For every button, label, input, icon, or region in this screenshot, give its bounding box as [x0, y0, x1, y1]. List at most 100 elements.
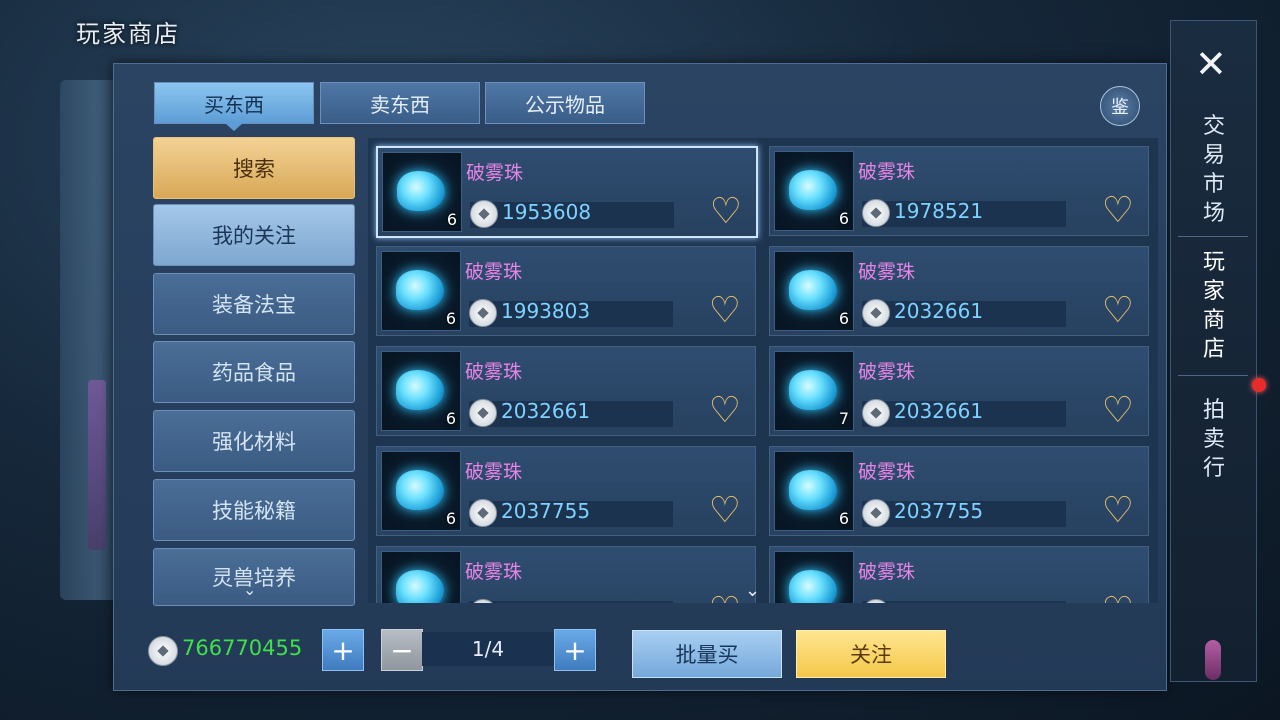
grid-scroll-chevron-icon[interactable]: ⌄ [745, 580, 760, 601]
menu-player-shop[interactable]: 玩家商店 [1200, 248, 1228, 364]
silver-coin-icon [862, 299, 890, 327]
listing-card[interactable]: 7 破雾珠 2032661 ♡ [769, 346, 1149, 436]
sidebar-item-medicine-food[interactable]: 药品食品 [153, 341, 355, 403]
search-button[interactable]: 搜索 [153, 137, 355, 199]
item-name: 破雾珠 [465, 261, 523, 283]
item-name: 破雾珠 [465, 561, 523, 583]
batch-buy-button[interactable]: 批量买 [632, 630, 782, 678]
pearl-gem-icon [396, 370, 444, 410]
search-label: 搜索 [233, 157, 275, 181]
item-price: 2037755 [894, 499, 984, 523]
heart-icon[interactable]: ♡ [709, 593, 741, 604]
page-title: 玩家商店 [76, 20, 180, 48]
item-icon-frame: 6 [381, 251, 461, 331]
item-price: 2037755 [501, 499, 591, 523]
item-quantity: 6 [445, 309, 456, 328]
listing-card[interactable]: 6 破雾珠 2032661 ♡ [376, 346, 756, 436]
tab-sell-label: 卖东西 [370, 92, 430, 117]
sidebar-item-my-follows[interactable]: 我的关注 [153, 204, 355, 266]
pearl-gem-icon [396, 470, 444, 510]
silver-coin-icon [862, 399, 890, 427]
listing-card[interactable]: 6 破雾珠 1978521 ♡ [769, 146, 1149, 236]
silver-coin-icon [469, 299, 497, 327]
heart-icon[interactable]: ♡ [1102, 393, 1134, 429]
silver-coin-icon [862, 199, 890, 227]
silver-coin-icon [469, 499, 497, 527]
currency-balance: 766770455 [182, 636, 303, 660]
silver-coin-icon [148, 636, 178, 666]
tab-buy[interactable]: 买东西 [154, 82, 314, 131]
prev-page-button[interactable]: − [381, 629, 423, 671]
listing-card[interactable]: 6 破雾珠 1953608 ♡ [376, 146, 758, 238]
item-name: 破雾珠 [858, 461, 916, 483]
item-icon-frame: 7 [774, 351, 854, 431]
sidebar-item-enhance-materials[interactable]: 强化材料 [153, 410, 355, 472]
sidebar-item-label: 我的关注 [212, 224, 296, 248]
heart-icon[interactable]: ♡ [1102, 493, 1134, 529]
menu-trade-market[interactable]: 交易市场 [1200, 112, 1228, 228]
sidebar-item-skill-books[interactable]: 技能秘籍 [153, 479, 355, 541]
listing-card[interactable]: 破雾珠 ♡ [769, 546, 1149, 603]
item-quantity: 6 [445, 409, 456, 428]
close-icon[interactable]: ✕ [1195, 42, 1227, 86]
pearl-gem-icon [397, 171, 445, 211]
pearl-gem-icon [789, 270, 837, 310]
ribbon-decoration [88, 380, 106, 550]
tab-sell[interactable]: 卖东西 [320, 82, 480, 124]
sidebar-scroll-chevron-icon[interactable]: ⌄ [243, 580, 256, 599]
item-icon-frame: 6 [774, 451, 854, 531]
item-name: 破雾珠 [465, 361, 523, 383]
item-quantity: 6 [838, 509, 849, 528]
listing-card[interactable]: 6 破雾珠 2037755 ♡ [769, 446, 1149, 536]
sidebar-item-label: 药品食品 [212, 361, 296, 385]
pearl-gem-icon [789, 470, 837, 510]
sidebar-item-label: 装备法宝 [212, 293, 296, 317]
heart-icon[interactable]: ♡ [710, 194, 742, 230]
item-price: 2032661 [894, 399, 984, 423]
silver-coin-icon [469, 399, 497, 427]
item-icon-frame: 6 [381, 451, 461, 531]
pearl-gem-icon [396, 570, 444, 603]
item-icon-frame [381, 551, 461, 603]
batch-buy-label: 批量买 [675, 643, 739, 667]
add-currency-button[interactable]: + [322, 629, 364, 671]
next-page-button[interactable]: + [554, 629, 596, 671]
appraise-button[interactable]: 鉴 [1100, 86, 1140, 126]
price-bar [862, 601, 1066, 603]
follow-label: 关注 [850, 643, 892, 667]
item-price: 1993803 [501, 299, 591, 323]
item-name: 破雾珠 [858, 561, 916, 583]
item-quantity: 6 [445, 509, 456, 528]
tab-public-label: 公示物品 [525, 92, 605, 117]
item-quantity: 6 [838, 209, 849, 228]
item-name: 破雾珠 [858, 161, 916, 183]
heart-icon[interactable]: ♡ [1102, 593, 1134, 604]
item-price: 1953608 [502, 200, 592, 224]
listing-card[interactable]: 6 破雾珠 2032661 ♡ [769, 246, 1149, 336]
item-icon-frame [774, 551, 854, 603]
item-name: 破雾珠 [858, 261, 916, 283]
pearl-gem-icon [789, 170, 837, 210]
tab-public-items[interactable]: 公示物品 [485, 82, 645, 124]
listing-card[interactable]: 破雾珠 ♡ [376, 546, 756, 603]
appraise-label: 鉴 [1111, 97, 1129, 118]
follow-button[interactable]: 关注 [796, 630, 946, 678]
heart-icon[interactable]: ♡ [709, 393, 741, 429]
page-indicator: 1/4 [422, 632, 554, 666]
menu-auction-house[interactable]: 拍卖行 [1200, 396, 1228, 483]
listing-card[interactable]: 6 破雾珠 1993803 ♡ [376, 246, 756, 336]
heart-icon[interactable]: ♡ [709, 293, 741, 329]
menu-divider [1178, 236, 1248, 237]
sidebar-item-equipment[interactable]: 装备法宝 [153, 273, 355, 335]
silver-coin-icon [470, 200, 498, 228]
heart-icon[interactable]: ♡ [709, 493, 741, 529]
item-icon-frame: 6 [774, 151, 854, 231]
tassel-decoration [1205, 640, 1221, 680]
item-icon-frame: 6 [382, 152, 462, 232]
heart-icon[interactable]: ♡ [1102, 293, 1134, 329]
item-price: 1978521 [894, 199, 984, 223]
item-quantity: 7 [838, 409, 849, 428]
item-price: 2032661 [894, 299, 984, 323]
heart-icon[interactable]: ♡ [1102, 193, 1134, 229]
listing-card[interactable]: 6 破雾珠 2037755 ♡ [376, 446, 756, 536]
